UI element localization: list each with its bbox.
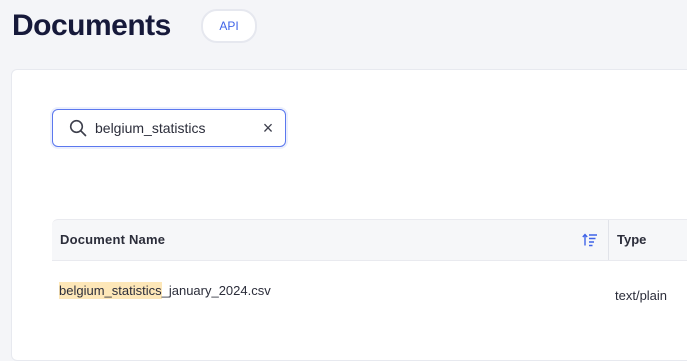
page-title: Documents [12,9,171,42]
search-match-highlight: belgium_statistics [59,282,162,299]
api-button[interactable]: API [201,9,257,43]
document-type-cell: text/plain [615,288,668,303]
column-divider[interactable] [608,220,609,260]
search-icon [69,119,87,137]
search-box[interactable]: × [52,109,286,147]
table-row[interactable]: belgium_statistics_january_2024.csv text… [52,276,687,316]
clear-search-icon[interactable]: × [260,118,276,138]
column-header-document-name[interactable]: Document Name [60,220,165,260]
document-name-cell[interactable]: belgium_statistics_january_2024.csv [59,282,271,299]
table-header: Document Name Type [52,219,687,261]
sort-ascending-icon[interactable] [582,233,598,247]
search-input[interactable] [95,117,260,139]
column-header-type[interactable]: Type [617,220,646,260]
document-name-rest: _january_2024.csv [161,283,271,298]
